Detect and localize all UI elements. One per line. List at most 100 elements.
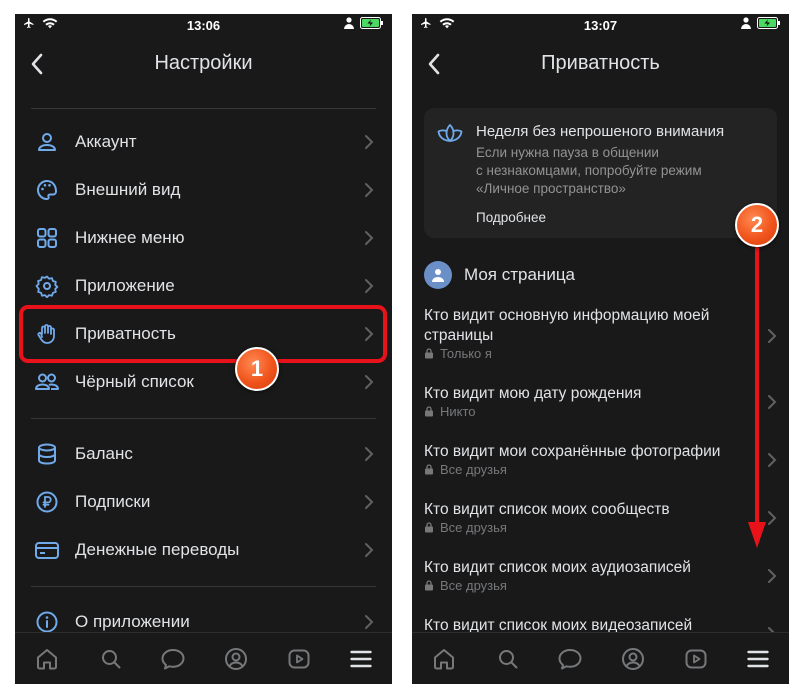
avatar — [424, 261, 452, 289]
status-bar: 13:06 — [15, 14, 392, 38]
privacy-value-text: Все друзья — [440, 462, 507, 477]
lock-icon — [425, 522, 433, 533]
battery-icon — [360, 17, 383, 29]
chevron-right-icon — [364, 374, 374, 390]
status-bar: 13:07 — [412, 14, 789, 38]
privacy-row-value: Все друзья — [424, 578, 507, 593]
menu-item-account[interactable]: Аккаунт — [15, 118, 392, 166]
divider — [31, 418, 376, 419]
menu-item-appearance[interactable]: Внешний вид — [15, 166, 392, 214]
users-icon — [33, 368, 61, 396]
tab-menu[interactable] — [347, 645, 375, 673]
menu-item-application[interactable]: Приложение — [15, 262, 392, 310]
privacy-row-title: Кто видит список моих аудиозаписей — [424, 559, 691, 576]
tab-search[interactable] — [494, 645, 522, 673]
palette-icon — [33, 176, 61, 204]
profile-icon — [622, 648, 644, 670]
chevron-right-icon — [364, 230, 374, 246]
lotus-icon — [437, 124, 463, 142]
chevron-right-icon — [768, 329, 777, 343]
menu-item-balance[interactable]: Баланс — [15, 430, 392, 478]
promo-text-line: с незнакомцами, попробуйте режим — [476, 163, 702, 178]
menu-item-label: Внешний вид — [75, 180, 181, 199]
tab-bar — [412, 632, 789, 684]
tab-home[interactable] — [430, 645, 458, 673]
menu-item-label: Нижнее меню — [75, 228, 185, 247]
messages-icon — [558, 649, 582, 670]
video-icon — [685, 649, 707, 669]
person-icon — [344, 17, 354, 29]
ruble-icon — [33, 488, 61, 516]
tab-home[interactable] — [33, 645, 61, 673]
chevron-right-icon — [364, 446, 374, 462]
status-time: 13:06 — [186, 18, 221, 33]
user-icon — [432, 269, 444, 282]
tab-bar — [15, 632, 392, 684]
privacy-row-main-info[interactable]: Кто видит основную информацию моей стран… — [412, 304, 789, 364]
privacy-row-audio[interactable]: Кто видит список моих аудиозаписей Все д… — [412, 556, 789, 596]
tab-video[interactable] — [682, 645, 710, 673]
divider — [31, 586, 376, 587]
tab-messages[interactable] — [159, 645, 187, 673]
profile-icon — [225, 648, 247, 670]
privacy-row-saved-photos[interactable]: Кто видит мои сохранённые фотографии Все… — [412, 440, 789, 480]
privacy-highlight-frame — [19, 305, 387, 363]
card-icon — [33, 536, 61, 564]
tab-video[interactable] — [285, 645, 313, 673]
chevron-right-icon — [768, 569, 777, 583]
chevron-right-icon — [364, 134, 374, 150]
menu-item-label: Приложение — [75, 276, 175, 295]
lock-icon — [425, 406, 433, 417]
privacy-row-title: Кто видит мою дату рождения — [424, 385, 642, 402]
person-icon — [741, 17, 751, 29]
privacy-row-value: Только я — [424, 346, 492, 361]
step-badge-2: 2 — [735, 203, 779, 247]
promo-card: Неделя без непрошеного внимания Если нуж… — [424, 108, 777, 238]
privacy-row-title-line: Кто видит основную информацию моей — [424, 307, 710, 324]
chevron-right-icon — [364, 614, 374, 630]
promo-more-link[interactable]: Подробнее — [476, 210, 546, 225]
video-icon — [288, 649, 310, 669]
tab-messages[interactable] — [556, 645, 584, 673]
search-icon — [102, 650, 121, 669]
promo-text-line: Если нужна пауза в общении — [476, 145, 659, 160]
database-icon — [33, 440, 61, 468]
menu-item-label: Чёрный список — [75, 372, 194, 391]
home-icon — [37, 649, 57, 670]
menu-item-label: Аккаунт — [75, 132, 137, 151]
privacy-value-text: Только я — [440, 346, 492, 361]
menu-item-label: Подписки — [75, 492, 151, 511]
lock-icon — [425, 464, 433, 475]
privacy-row-value: Никто — [424, 404, 476, 419]
privacy-row-birthday[interactable]: Кто видит мою дату рождения Никто — [412, 382, 789, 422]
chevron-right-icon — [364, 542, 374, 558]
section-my-page: Моя страница — [424, 260, 575, 290]
privacy-value-text: Никто — [440, 404, 476, 419]
menu-icon — [350, 650, 372, 668]
menu-item-blacklist[interactable]: Чёрный список — [15, 358, 392, 406]
tab-profile[interactable] — [222, 645, 250, 673]
menu-item-subscriptions[interactable]: Подписки — [15, 478, 392, 526]
menu-item-money-transfers[interactable]: Денежные переводы — [15, 526, 392, 574]
step-badge-1: 1 — [235, 347, 279, 391]
user-icon — [33, 128, 61, 156]
tab-profile[interactable] — [619, 645, 647, 673]
lock-icon — [425, 580, 433, 591]
chevron-right-icon — [364, 182, 374, 198]
privacy-row-title-line: страницы — [424, 327, 494, 344]
section-title: Моя страница — [464, 265, 576, 284]
nav-bar: Настройки — [15, 42, 392, 86]
promo-text: Если нужна пауза в общении с незнакомцам… — [476, 144, 766, 198]
tab-menu[interactable] — [744, 645, 772, 673]
tab-search[interactable] — [97, 645, 125, 673]
menu-item-label: Денежные переводы — [75, 540, 240, 559]
privacy-row-value: Все друзья — [424, 462, 507, 477]
lock-icon — [425, 348, 433, 359]
page-title: Настройки — [154, 52, 253, 74]
menu-item-bottom-menu[interactable]: Нижнее меню — [15, 214, 392, 262]
privacy-row-communities[interactable]: Кто видит список моих сообществ Все друз… — [412, 498, 789, 538]
promo-title: Неделя без непрошеного внимания — [476, 123, 725, 140]
messages-icon — [161, 649, 185, 670]
menu-item-label: О приложении — [75, 612, 190, 631]
gear-icon — [33, 272, 61, 300]
